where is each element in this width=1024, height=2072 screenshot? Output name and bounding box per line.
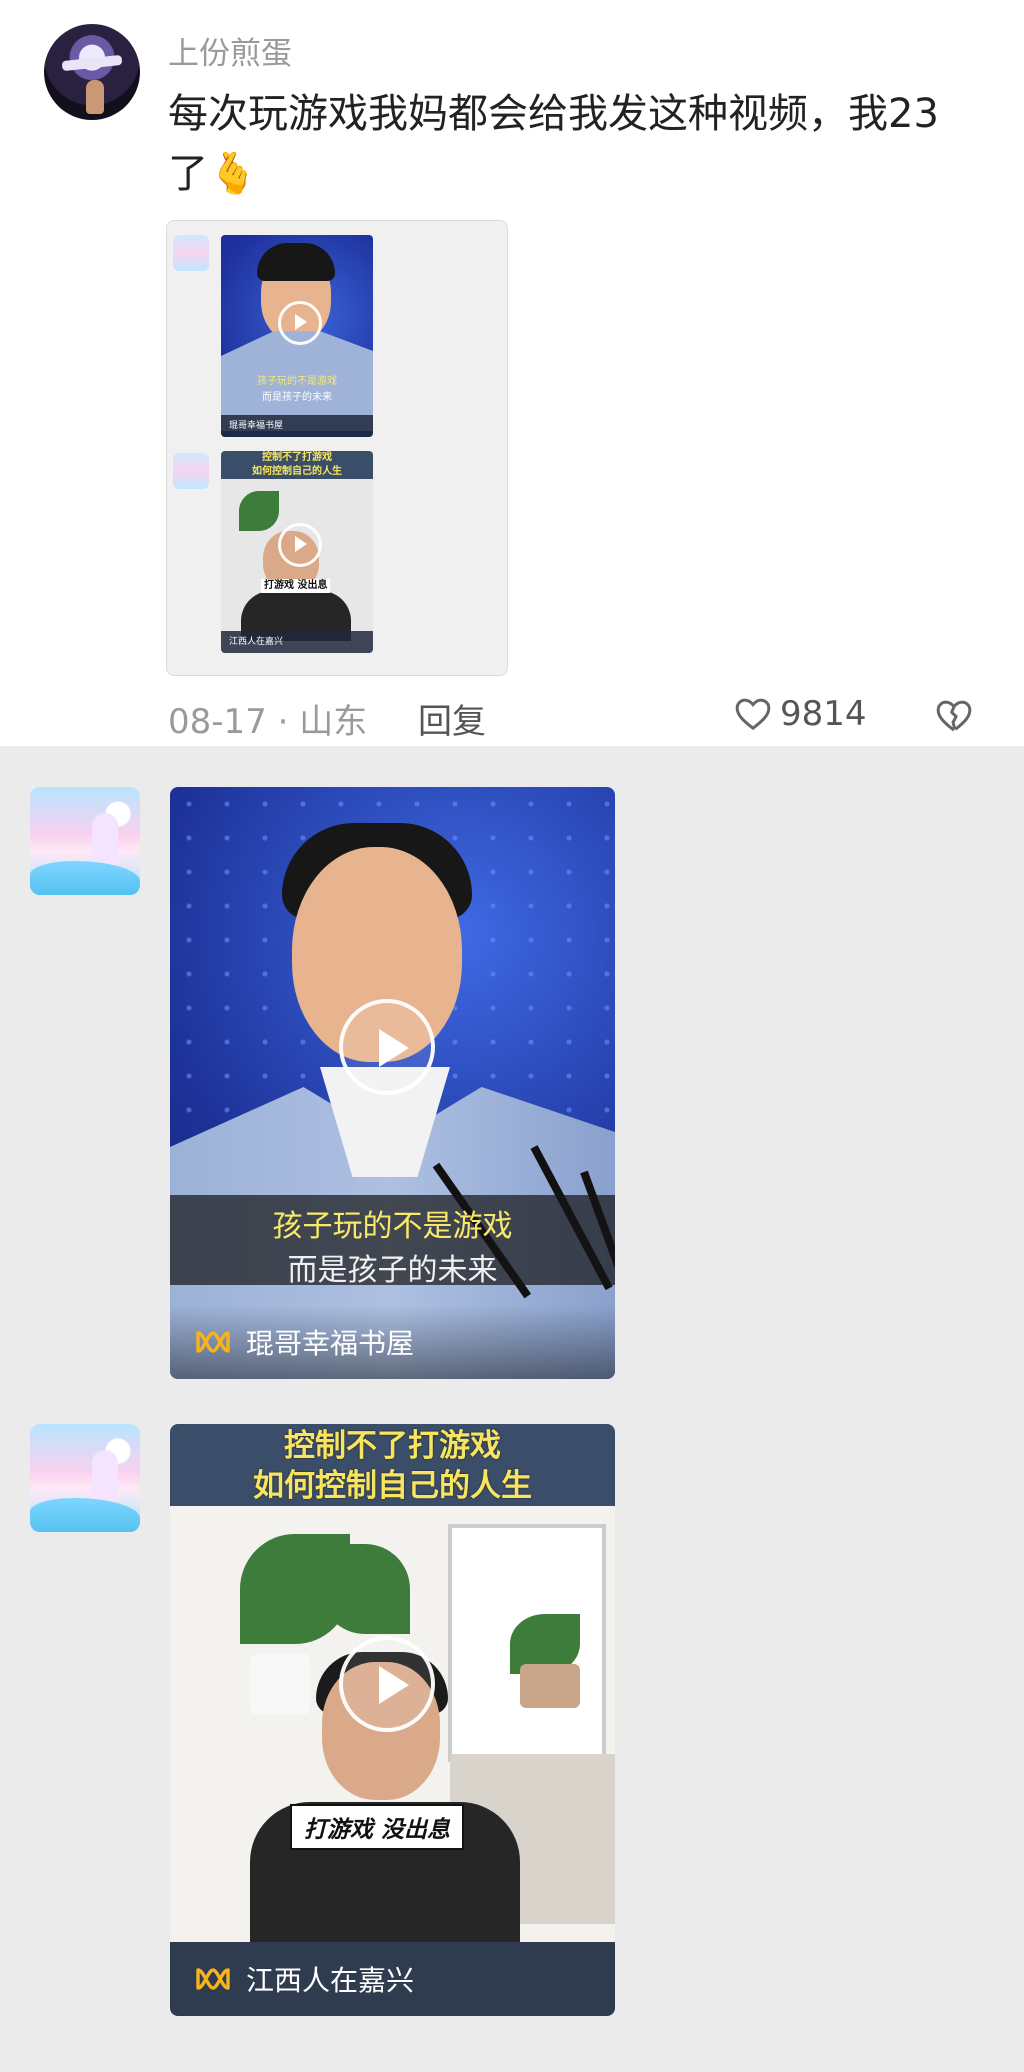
mini-label: 打游戏 没出息 [261, 579, 331, 593]
mini-source-label: 江西人在嘉兴 [229, 637, 284, 647]
video-caption-line1: 孩子玩的不是游戏 [272, 1209, 513, 1244]
comment-text: 每次玩游戏我妈都会给我发这种视频，我23了🫰 [168, 84, 968, 204]
video-overlay-label: 打游戏 没出息 [290, 1804, 465, 1850]
play-icon[interactable] [339, 999, 435, 1095]
play-icon[interactable] [339, 1636, 435, 1732]
sender-avatar[interactable] [30, 787, 140, 895]
video-title-line1: 控制不了打游戏 [284, 1428, 501, 1464]
username[interactable]: 上份煎蛋 [168, 28, 292, 73]
infinity-logo-icon [196, 1968, 230, 1990]
play-icon [278, 523, 322, 567]
video-title-line2: 如何控制自己的人生 [253, 1468, 532, 1504]
comment-card: 上份煎蛋 每次玩游戏我妈都会给我发这种视频，我23了🫰 孩子玩的不是游戏 而是孩… [0, 0, 1024, 746]
mini-title-2: 如何控制自己的人生 [252, 466, 342, 477]
video-caption-line2: 而是孩子的未来 [287, 1253, 498, 1288]
mini-avatar [173, 235, 209, 271]
video-source: 琨哥幸福书屋 [170, 1305, 615, 1379]
mini-caption-1: 孩子玩的不是游戏 [257, 376, 337, 387]
sender-avatar[interactable] [30, 1424, 140, 1532]
mini-avatar [173, 453, 209, 489]
mini-source: 琨哥幸福书屋 [221, 415, 373, 437]
infinity-logo-icon [196, 1331, 230, 1353]
comment-body: 每次玩游戏我妈都会给我发这种视频，我23了 [168, 91, 939, 197]
play-icon [278, 301, 322, 345]
mini-video-thumbnail[interactable]: 控制不了打游戏 如何控制自己的人生 打游戏 没出息 江西人在嘉兴 [221, 451, 373, 653]
heart-icon[interactable] [733, 694, 773, 734]
mini-caption-2: 而是孩子的未来 [262, 392, 332, 403]
attached-videos-preview[interactable]: 孩子玩的不是游戏 而是孩子的未来 琨哥幸福书屋 控制不了打游戏 如何控制自己的人… [166, 220, 508, 676]
video-source: 江西人在嘉兴 [170, 1942, 615, 2016]
video-source-name: 江西人在嘉兴 [246, 1964, 415, 1997]
mini-source: 江西人在嘉兴 [221, 631, 373, 653]
user-avatar[interactable] [44, 24, 140, 120]
broken-heart-icon[interactable] [934, 696, 974, 736]
reply-button[interactable]: 回复 [418, 694, 486, 743]
video-source-name: 琨哥幸福书屋 [246, 1327, 415, 1360]
finger-heart-emoji: 🫰 [208, 151, 258, 197]
video-card[interactable]: 孩子玩的不是游戏 而是孩子的未来 琨哥幸福书屋 [170, 787, 615, 1379]
video-card[interactable]: 控制不了打游戏 如何控制自己的人生 打游戏 没出息 江西人在嘉兴 [170, 1424, 615, 2016]
like-count: 9814 [780, 694, 867, 734]
mini-source-label: 琨哥幸福书屋 [229, 421, 284, 431]
comment-time-location: 08-17 · 山东 [168, 702, 368, 742]
mini-title-1: 控制不了打游戏 [262, 452, 332, 463]
mini-video-thumbnail[interactable]: 孩子玩的不是游戏 而是孩子的未来 琨哥幸福书屋 [221, 235, 373, 437]
